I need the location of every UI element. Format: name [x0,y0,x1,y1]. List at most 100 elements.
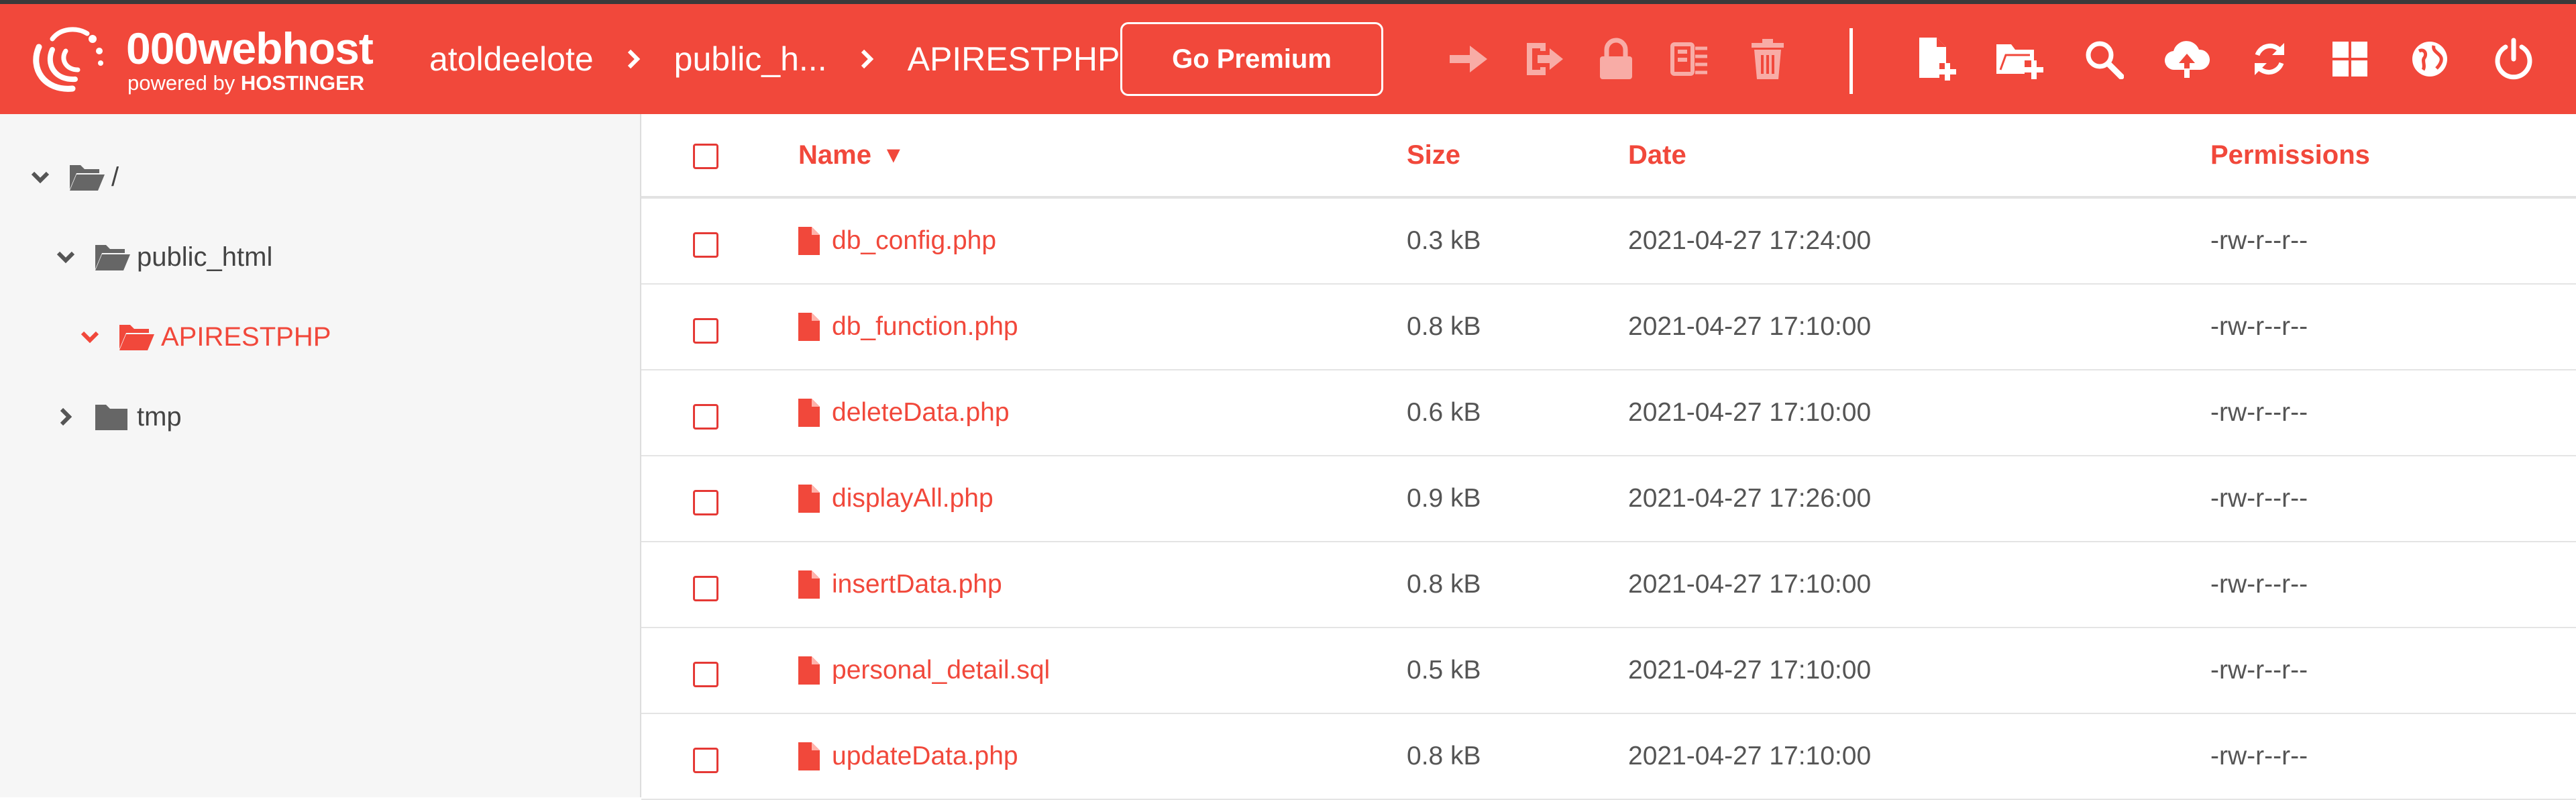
archive-icon[interactable] [1664,34,1715,85]
globe-icon[interactable] [2404,34,2455,85]
select-all-checkbox[interactable] [693,144,718,169]
top-bar: 000webhost powered by HOSTINGER atoldeel… [0,4,2576,114]
file-icon [798,570,820,599]
row-checkbox[interactable] [693,232,718,258]
tree-item-apirestphp[interactable]: APIRESTPHP [76,317,331,357]
tree-item-label: / [111,162,119,192]
file-name-cell[interactable]: displayAll.php [798,456,994,541]
chevron-down-icon[interactable] [27,164,54,191]
file-icon [798,399,820,427]
row-checkbox[interactable] [693,318,718,344]
file-permissions: -rw-r--r-- [2210,226,2308,255]
chevron-down-icon[interactable] [76,323,103,350]
row-checkbox[interactable] [693,404,718,430]
upload-icon[interactable] [2161,34,2212,85]
file-size: 0.8 kB [1407,742,1481,770]
file-size: 0.3 kB [1407,226,1481,255]
folder-icon [94,401,131,433]
delete-icon[interactable] [1742,34,1793,85]
file-date: 2021-04-27 17:10:00 [1628,570,1872,599]
file-size: 0.5 kB [1407,656,1481,685]
file-name: deleteData.php [832,398,1010,427]
breadcrumb-item-public-html[interactable]: public_h... [674,40,827,79]
breadcrumb-item-account[interactable]: atoldeelote [429,40,594,79]
file-name-cell[interactable]: db_function.php [798,285,1018,369]
file-date: 2021-04-27 17:10:00 [1628,398,1872,427]
file-permissions: -rw-r--r-- [2210,312,2308,341]
tree-item-tmp[interactable]: tmp [52,397,182,437]
column-header-name-label: Name [798,140,871,170]
go-premium-button[interactable]: Go Premium [1120,22,1383,96]
file-icon [798,742,820,770]
column-header-date[interactable]: Date [1628,114,1686,196]
table-row[interactable]: db_function.php 0.8 kB 2021-04-27 17:10:00… [641,285,2576,370]
chevron-down-icon[interactable] [52,244,79,270]
table-row[interactable]: personal_detail.sql 0.5 kB 2021-04-27 17:1… [641,628,2576,714]
lock-icon[interactable] [1591,34,1642,85]
file-icon [798,313,820,341]
refresh-icon[interactable] [2244,34,2295,85]
file-size: 0.8 kB [1407,312,1481,341]
column-header-permissions[interactable]: Permissions [2210,114,2370,196]
table-header: Name ▼ Size Date Permissions [641,114,2576,199]
file-name: insertData.php [832,570,1002,599]
row-checkbox[interactable] [693,490,718,515]
search-icon[interactable] [2078,34,2129,85]
file-name: updateData.php [832,742,1018,770]
brand-name: 000webhost [126,23,374,73]
file-icon [798,227,820,255]
file-name: db_function.php [832,312,1018,341]
table-row[interactable]: deleteData.php 0.6 kB 2021-04-27 17:10:00 -… [641,370,2576,456]
tree-item-public-html[interactable]: public_html [52,237,272,277]
breadcrumb-item-current[interactable]: APIRESTPHP [908,40,1120,79]
file-permissions: -rw-r--r-- [2210,656,2308,685]
row-checkbox[interactable] [693,662,718,687]
row-checkbox[interactable] [693,576,718,601]
table-row[interactable]: insertData.php 0.8 kB 2021-04-27 17:10:00 -… [641,542,2576,628]
file-name-cell[interactable]: personal_detail.sql [798,628,1050,713]
file-date: 2021-04-27 17:24:00 [1628,226,1872,255]
table-row[interactable]: displayAll.php 0.9 kB 2021-04-27 17:26:00 -… [641,456,2576,542]
chevron-right-icon[interactable] [52,403,79,430]
file-date: 2021-04-27 17:10:00 [1628,742,1872,770]
file-list: Name ▼ Size Date Permissions db_config.p… [641,114,2576,800]
rename-icon[interactable] [1519,34,1570,85]
file-name-cell[interactable]: db_config.php [798,199,996,283]
chevron-right-icon [621,46,647,72]
file-date: 2021-04-27 17:26:00 [1628,484,1872,513]
new-folder-icon[interactable] [1994,34,2045,85]
table-row[interactable]: db_config.php 0.3 kB 2021-04-27 17:24:00 -r… [641,199,2576,285]
move-icon[interactable] [1443,34,1494,85]
file-name: db_config.php [832,226,997,255]
folder-open-icon [118,321,156,353]
folder-open-icon [94,241,131,273]
file-name-cell[interactable]: deleteData.php [798,370,1010,455]
view-grid-icon[interactable] [2324,34,2375,85]
file-icon [798,485,820,513]
toolbar-divider [1849,28,1853,94]
swirl-logo-icon [33,27,103,92]
folder-open-icon [68,161,106,193]
file-name: personal_detail.sql [832,656,1051,685]
tree-item-label: tmp [137,401,182,432]
file-permissions: -rw-r--r-- [2210,570,2308,599]
sort-desc-icon: ▼ [881,142,905,168]
tree-item-root[interactable]: / [27,157,119,197]
file-icon [798,656,820,685]
file-name-cell[interactable]: updateData.php [798,714,1018,799]
brand-tagline-prefix: powered by [127,71,241,95]
brand-logo[interactable]: 000webhost powered by HOSTINGER [25,19,401,99]
new-file-icon[interactable] [1911,34,1962,85]
power-icon[interactable] [2488,34,2539,85]
folder-tree-sidebar: / public_html APIRESTPHP tmp [0,114,641,797]
column-header-name[interactable]: Name ▼ [798,114,905,196]
chevron-right-icon [854,46,881,72]
row-checkbox[interactable] [693,748,718,773]
file-size: 0.8 kB [1407,570,1481,599]
file-name-cell[interactable]: insertData.php [798,542,1002,627]
table-row[interactable]: updateData.php 0.8 kB 2021-04-27 17:10:00 -… [641,714,2576,800]
file-size: 0.9 kB [1407,484,1481,513]
brand-tagline-brand: HOSTINGER [240,71,365,95]
tree-item-label: APIRESTPHP [161,321,331,352]
column-header-size[interactable]: Size [1407,114,1460,196]
